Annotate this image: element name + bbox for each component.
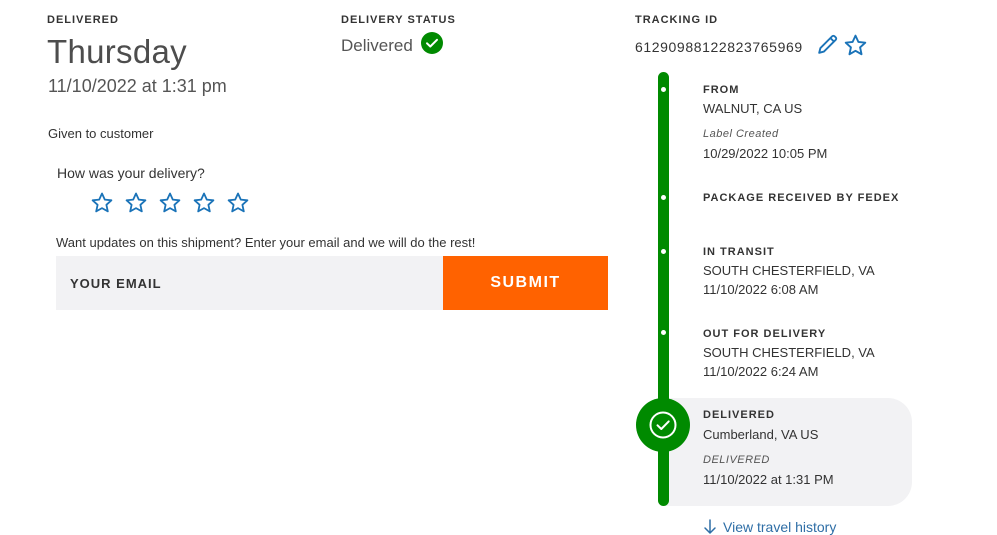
tracking-number: 612909881228237659​69: [635, 39, 803, 55]
event-time: 11/10/2022 6:24 AM: [703, 364, 819, 379]
delivered-label: DELIVERED: [47, 14, 119, 26]
delivery-datetime: 11/10/2022 at 1:31 pm: [48, 76, 227, 96]
email-input[interactable]: [56, 256, 443, 310]
delivered-event-card: [664, 398, 912, 506]
event-location: Cumberland, VA US: [703, 427, 819, 442]
event-location: SOUTH CHESTERFIELD, VA: [703, 263, 875, 278]
tracking-id-label: TRACKING ID: [635, 14, 719, 26]
event-title: FROM: [703, 84, 740, 96]
star-icon[interactable]: [158, 191, 182, 215]
event-time: 11/10/2022 6:08 AM: [703, 282, 819, 297]
pencil-icon[interactable]: [815, 32, 840, 57]
delivery-status-value: Delivered: [341, 36, 413, 55]
timeline-dot: [661, 249, 666, 254]
star-outline-icon[interactable]: [843, 33, 868, 58]
star-icon[interactable]: [226, 191, 250, 215]
delivery-recipient-note: Given to customer: [48, 126, 154, 141]
star-icon[interactable]: [90, 191, 114, 215]
event-title: DELIVERED: [703, 409, 775, 421]
timeline-dot: [661, 195, 666, 200]
delivery-day: Thursday: [47, 33, 187, 70]
rating-stars: [90, 191, 250, 215]
star-icon[interactable]: [124, 191, 148, 215]
delivered-check-icon: [636, 398, 690, 452]
event-title: IN TRANSIT: [703, 246, 775, 258]
email-updates-prompt: Want updates on this shipment? Enter you…: [56, 235, 476, 250]
event-title: OUT FOR DELIVERY: [703, 328, 827, 340]
event-note: DELIVERED: [703, 454, 770, 466]
timeline-dot: [661, 87, 666, 92]
delivery-status-label: DELIVERY STATUS: [341, 14, 456, 26]
star-icon[interactable]: [192, 191, 216, 215]
timeline-dot: [661, 330, 666, 335]
event-time: 10/29/2022 10:05 PM: [703, 146, 828, 161]
event-time: 11/10/2022 at 1:31 PM: [703, 472, 834, 487]
rating-question: How was your delivery?: [57, 165, 205, 181]
event-title: PACKAGE RECEIVED BY FEDEX: [703, 192, 900, 204]
check-circle-icon: [421, 32, 443, 54]
event-location: WALNUT, CA US: [703, 101, 803, 116]
submit-button[interactable]: SUBMIT: [443, 256, 608, 310]
event-note: Label Created: [703, 128, 779, 140]
event-location: SOUTH CHESTERFIELD, VA: [703, 345, 875, 360]
